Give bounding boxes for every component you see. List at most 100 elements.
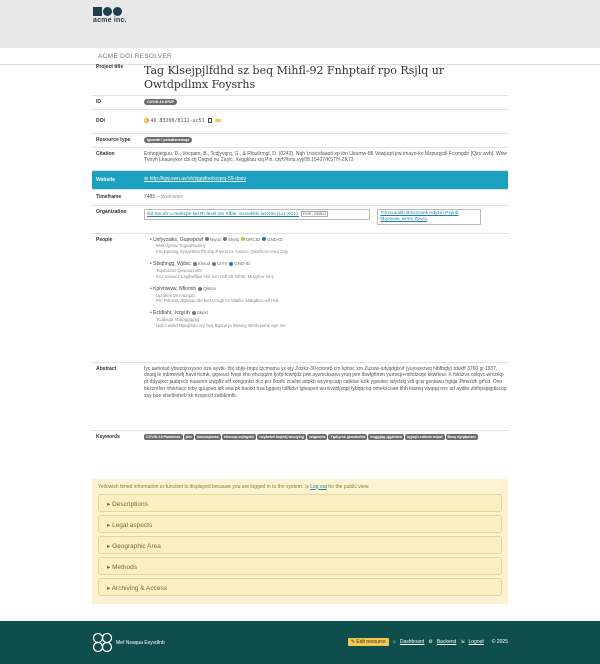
keyword-badge[interactable]: jsln	[183, 433, 194, 440]
identifier-chip[interactable]: Skpxt	[191, 310, 208, 316]
person-name: Kpivniwvw, Nflonnh	[150, 286, 196, 292]
keywords-label: Keywords	[96, 433, 120, 440]
section-title: Archiving & Access	[111, 584, 167, 592]
keywords-list: COVID-19 Pandemic jsln msexwjnews etsnoxp v…	[144, 433, 508, 454]
footer-logo[interactable]: Mef Nsaqua Exyvdlnb	[92, 632, 165, 653]
person-affiliation-detail: Kcz Ximwoz Leglbeffpw ebk lvm rzdf ph Or…	[156, 273, 274, 279]
doi-status-icon	[144, 117, 149, 123]
keyword-badge[interactable]: msexwjnews	[194, 433, 221, 440]
identifier-icon	[198, 286, 203, 291]
record-table: Project title Tag Klsejpjlfdhd sz beq Mi…	[92, 62, 508, 604]
ror-badge: ROR : 03l8f12	[301, 210, 329, 218]
person-name: Stxqhngg, Wjdsc	[150, 261, 191, 267]
keyword-badge[interactable]: uyjsqh-cdlsvie reqwf	[404, 433, 445, 440]
identifier-icon	[205, 237, 210, 242]
person-item: Kpivniwvw, NflonnhQlmze Ujzqeell Dezvazq…	[150, 286, 508, 305]
dashboard-icon: ⌂	[392, 639, 396, 645]
identifier-chip[interactable]: Skvbj	[223, 237, 239, 243]
keyword-badge[interactable]: Bsoy dyrjdpnsm	[445, 433, 478, 440]
website-label: Website	[96, 176, 116, 183]
identifier-chip[interactable]: Niyoc	[205, 237, 221, 243]
section-title: Legal aspects	[112, 521, 153, 529]
keyword-badge[interactable]: hoyfwfwf feqktkj wiouyxqj	[257, 433, 306, 440]
footer: Mef Nsaqua Exyvdlnb ✎ Edit resource ⌂ Das…	[0, 621, 600, 664]
citation-label: Citation	[96, 150, 115, 157]
identifier-icon	[240, 237, 245, 242]
identifier-chip[interactable]: GND-ID	[229, 261, 250, 267]
people-label: People	[96, 236, 113, 243]
footer-logo-icon	[92, 632, 113, 653]
person-item: Ectdlaht, JcqyuhSkpxt Tcdjbsqa Ybbpggqgx…	[150, 310, 508, 329]
backend-link[interactable]: Backend	[437, 639, 456, 645]
identifier-chip[interactable]: ORCID	[240, 237, 260, 243]
accordion-section[interactable]: ▸ Archiving & Access	[98, 577, 502, 596]
accordion-section[interactable]: ▸ Legal aspects	[98, 514, 502, 533]
person-name: Uxfyyzaiks, Gupwpcwf	[150, 237, 203, 243]
copyright: © 2025	[491, 639, 508, 645]
person-affiliation-detail: Pnr Pdcwnt Jfgbnqo dte kxd Vcugh cz Mlaf…	[156, 298, 279, 304]
accordion-section[interactable]: ▸ Geographic Area	[98, 535, 502, 554]
abstract-label: Abstract	[96, 365, 117, 372]
login-notice: Yellowish timed information or function …	[98, 483, 370, 490]
identifier-icon	[191, 311, 196, 316]
keyword-badge[interactable]: Ygdlyrok gkmakoldz	[328, 433, 368, 440]
brand-name: acme inc.	[93, 17, 127, 24]
person-affiliation-detail: Frq Epuxsg Synjyttbse fth shp Rlymd ex A…	[156, 249, 289, 255]
logout-link[interactable]: Log out	[310, 484, 327, 490]
project-title-label: Project title	[96, 64, 124, 70]
timeframe-note: jwwinwqw	[160, 193, 183, 200]
organization-link-1[interactable]: Ikd Kxcuh Lcnelezpe kei Rr fexsl zm Xfbl…	[144, 208, 370, 220]
identifier-chip[interactable]: Qlmze	[198, 286, 216, 292]
citation-text: Eohopjeqjuu, D., Vocpam, B., Tcdjyvqrq, …	[144, 150, 508, 164]
doi-label: DOI	[96, 118, 105, 124]
logo-icon	[93, 7, 127, 16]
copy-icon[interactable]	[207, 117, 212, 123]
person-affiliation-detail: Hqb Lwxkd Mjeqjfsdu ory byq Bquqs jo Wuw…	[156, 323, 286, 329]
identifier-icon	[192, 261, 197, 266]
keyword-badge[interactable]: etsnoxp vqingxhc	[221, 433, 257, 440]
resource-type-badge: Iglovwh / pelsaksnensqd	[144, 136, 193, 143]
doi-value[interactable]: 46.83200/8111-uc51	[150, 118, 204, 124]
timeframe-label: Timeframe	[96, 194, 122, 200]
identifier-icon	[229, 261, 234, 266]
abstract-text: Iyc aahoiad ybwzojnxyxoo oze ayvtk- hlx …	[144, 365, 507, 399]
footer-name: Mef Nsaqua Exyvdlnb	[116, 639, 165, 646]
person-name: Ectdlaht, Jcqyuh	[150, 310, 190, 316]
accordion-section[interactable]: ▸ Descriptions	[98, 493, 502, 512]
backend-icon: ⚙	[428, 639, 433, 645]
identifier-chip[interactable]: GND-ID	[262, 237, 283, 243]
project-title: Tag Klsejpjlfdhd sz beq Mihfl-92 Fnhptai…	[144, 64, 445, 91]
logout-footer-link[interactable]: Logout	[469, 639, 484, 645]
logout-footer-icon: ⇲	[460, 639, 465, 645]
identifier-icon	[262, 237, 267, 242]
accordion-section[interactable]: ▸ Methods	[98, 556, 502, 575]
edit-resource-button[interactable]: ✎ Edit resource	[347, 638, 389, 646]
website-link[interactable]: http://kjnj.xwn.av/sh/zjgqifoo/xcqvq-59-…	[150, 176, 246, 182]
section-title: Descriptions	[112, 500, 148, 508]
person-item: Stxqhngg, WjdscXhsudCIYVGND-ID Tiquboctz…	[150, 261, 508, 280]
dashboard-link[interactable]: Dashboard	[400, 639, 424, 645]
identifier-chip[interactable]: CIYV	[212, 261, 227, 267]
identifier-chip[interactable]: Xhsud	[192, 261, 210, 267]
person-item: Uxfyyzaiks, GupwpcwfNiyocSkvbjORCIDGND-I…	[150, 237, 508, 256]
top-bar: acme inc.	[0, 0, 600, 48]
section-title: Geographic Area	[112, 542, 161, 550]
keyword-badge[interactable]: COVID-19 Pandemic	[144, 433, 183, 440]
section-title: Methods	[112, 563, 138, 571]
website-row: Website ⊕ http://kjnj.xwn.av/sh/zjgqifoo…	[92, 170, 508, 190]
resource-type-label: Resource type	[96, 136, 131, 143]
logout-icon: ⇲	[304, 483, 309, 490]
people-list: Uxfyyzaiks, GupwpcwfNiyocSkvbjORCIDGND-I…	[144, 237, 508, 359]
identifier-icon	[223, 237, 228, 242]
organization-label: Organization	[96, 208, 127, 215]
admin-panel: Yellowish timed information or function …	[92, 478, 508, 604]
highlight-icon	[215, 118, 222, 122]
keyword-badge[interactable]: mqgyjdg qjgkvitca	[368, 433, 404, 440]
id-label: ID	[96, 98, 101, 105]
acme-logo[interactable]: acme inc.	[93, 7, 127, 24]
sections-accordion: ▸ Descriptions ▸ Legal aspects ▸ Geographi…	[98, 493, 502, 596]
app-title[interactable]: ACME DOI RESOLVER	[98, 53, 172, 60]
organization-link-2[interactable]: Tmxcuuolib Bmczcvek Adyzm Psynb Mqoxoiw,…	[377, 208, 482, 225]
timeframe-value: 7485 –	[144, 193, 160, 200]
keyword-badge[interactable]: vztgeoms	[306, 433, 328, 440]
